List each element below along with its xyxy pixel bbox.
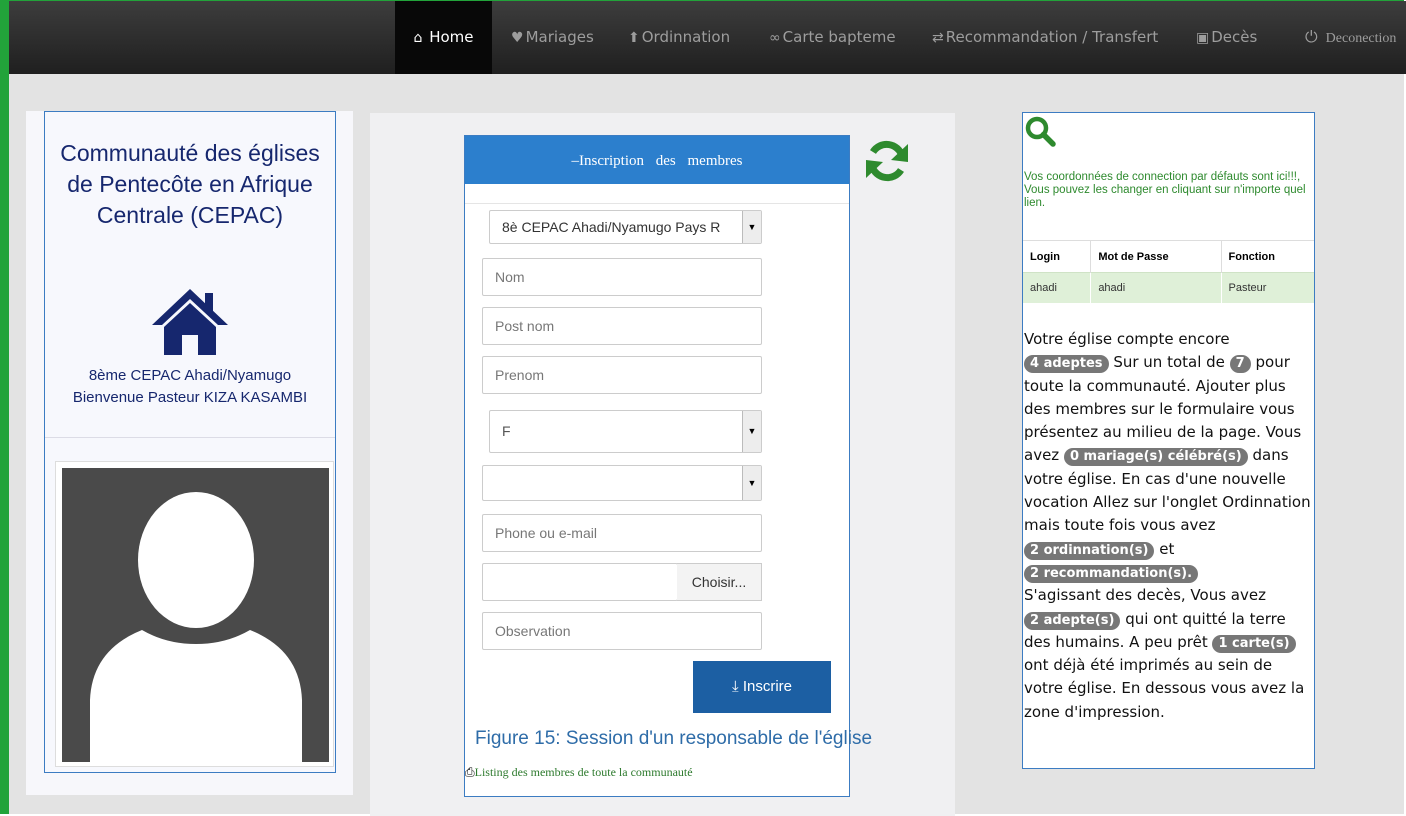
credentials-table: Login Mot de Passe Fonction ahadi ahadi …: [1023, 240, 1314, 303]
nav-home-label: Home: [429, 28, 474, 46]
divider: [465, 203, 849, 204]
nav-recommandation-label: Recommandation / Transfert: [945, 28, 1159, 46]
column-header: Mot de Passe: [1090, 240, 1221, 273]
inscrire-button[interactable]: ⤓ Inscrire: [693, 661, 831, 713]
download-icon: ⤓: [732, 678, 739, 695]
credentials-note: Vos coordonnées de connection par défaut…: [1024, 171, 1306, 209]
prenom-placeholder: Prenom: [495, 367, 545, 383]
home-icon: ⌂: [413, 30, 423, 46]
postnom-placeholder: Post nom: [495, 318, 555, 334]
file-choose-button[interactable]: Choisir...: [677, 563, 762, 601]
nom-input[interactable]: Nom: [482, 258, 762, 296]
parish-name: 8ème CEPAC Ahadi/Nyamugo: [88, 367, 292, 384]
chevron-down-icon: ▼: [742, 211, 761, 243]
table-cell: ahadi: [1090, 272, 1221, 303]
phone-placeholder: Phone ou e-mail: [495, 525, 597, 541]
nav-deconection-label: Deconection: [1325, 31, 1397, 46]
stats-text: Votre église compte encore 4 adeptes Sur…: [1024, 328, 1315, 724]
user-silhouette-icon: [90, 492, 302, 762]
printer-icon: ⎙: [465, 765, 475, 779]
ordinnations-badge: 2 ordinnation(s): [1024, 541, 1155, 560]
church-select[interactable]: 8è CEPAC Ahadi/Nyamugo Pays R ▼: [489, 210, 762, 244]
refresh-icon[interactable]: [864, 138, 910, 184]
category-select[interactable]: ▼: [482, 465, 762, 501]
nav-home[interactable]: ⌂ Home: [395, 1, 492, 74]
nom-placeholder: Nom: [495, 269, 525, 285]
observation-placeholder: Observation: [495, 623, 571, 639]
inscrire-label: Inscrire: [742, 678, 792, 695]
upload-icon: ⬆: [628, 30, 640, 46]
form-header: ‒Inscription des membres: [465, 136, 849, 184]
recommandations-badge: 2 recommandation(s).: [1024, 564, 1199, 583]
table-header-row: Login Mot de Passe Fonction: [1023, 240, 1314, 273]
house-icon: [152, 289, 228, 355]
listing-label: Listing des membres de toute la communau…: [474, 765, 693, 779]
prenom-input[interactable]: Prenom: [482, 356, 762, 394]
stats-text-segment: Sur un total de: [1113, 353, 1225, 372]
nav-mariages-label: Mariages: [525, 28, 594, 46]
sex-select[interactable]: F ▼: [489, 410, 762, 453]
avatar[interactable]: [62, 468, 329, 762]
observation-input[interactable]: Observation: [482, 612, 762, 650]
postnom-input[interactable]: Post nom: [482, 307, 762, 345]
mariages-badge: 0 mariage(s) célébré(s): [1063, 448, 1248, 467]
power-icon: ⏻: [1305, 29, 1318, 46]
table-row: ahadi ahadi Pasteur: [1023, 272, 1314, 303]
nav-deces[interactable]: ▣ Decès: [1196, 1, 1257, 74]
nav-recommandation[interactable]: ⇄ Recommandation / Transfert: [932, 1, 1158, 74]
listing-link[interactable]: ⎙Listing des membres de toute la communa…: [465, 765, 693, 780]
minus-icon: ‒: [571, 153, 580, 169]
stats-text-segment: S'agissant des decès, Vous avez: [1024, 586, 1266, 605]
search-icon[interactable]: [1024, 115, 1056, 147]
form-header-label: Inscription des membres: [579, 153, 743, 169]
nav-deconection[interactable]: ⏻ Deconection: [1305, 1, 1396, 74]
nav-deces-label: Decès: [1211, 28, 1258, 46]
figure-caption: Figure 15: Session d'un responsable de l…: [475, 728, 873, 749]
stats-text-segment: Votre église compte encore: [1024, 330, 1230, 348]
stats-text-segment: et: [1159, 539, 1175, 558]
cartes-badge: 1 carte(s): [1212, 634, 1296, 653]
file-path-field[interactable]: [482, 563, 678, 601]
nav-carte-bapteme[interactable]: ∞ Carte bapteme: [769, 1, 896, 74]
paperclip-icon: ∞: [769, 30, 781, 46]
cart-icon: ▣: [1196, 30, 1210, 46]
nav-ordinnation[interactable]: ⬆ Ordinnation: [628, 1, 730, 74]
church-select-value: 8è CEPAC Ahadi/Nyamugo Pays R: [502, 219, 721, 235]
heart-icon: ♥: [511, 30, 524, 46]
adeptes-badge: 4 adeptes: [1024, 355, 1109, 374]
divider: [45, 437, 335, 438]
sex-select-value: F: [502, 423, 511, 439]
chevron-down-icon: ▼: [742, 466, 761, 500]
nav-carte-bapteme-label: Carte bapteme: [782, 28, 896, 46]
welcome-block: 8ème CEPAC Ahadi/Nyamugo Bienvenue Paste…: [45, 365, 335, 409]
column-header: Login: [1023, 240, 1091, 273]
table-cell: ahadi: [1023, 272, 1091, 303]
welcome-text: Bienvenue Pasteur KIZA KASAMBI: [72, 389, 308, 406]
stats-text-segment: ont déjà été imprimés au sein de votre é…: [1024, 656, 1305, 721]
chevron-down-icon: ▼: [742, 411, 761, 452]
transfer-icon: ⇄: [932, 30, 944, 46]
phone-email-input[interactable]: Phone ou e-mail: [482, 514, 762, 552]
org-title: Communauté des églises de Pentecôte en A…: [60, 140, 320, 228]
top-navbar: ⌂ Home ♥ Mariages ⬆ Ordinnation ∞ Carte bap…: [9, 1, 1406, 74]
nav-ordinnation-label: Ordinnation: [641, 28, 731, 46]
column-header: Fonction: [1220, 240, 1314, 273]
deces-badge: 2 adepte(s): [1024, 611, 1121, 630]
table-cell: Pasteur: [1220, 272, 1314, 303]
total-badge: 7: [1229, 355, 1251, 374]
nav-mariages[interactable]: ♥ Mariages: [511, 1, 594, 74]
